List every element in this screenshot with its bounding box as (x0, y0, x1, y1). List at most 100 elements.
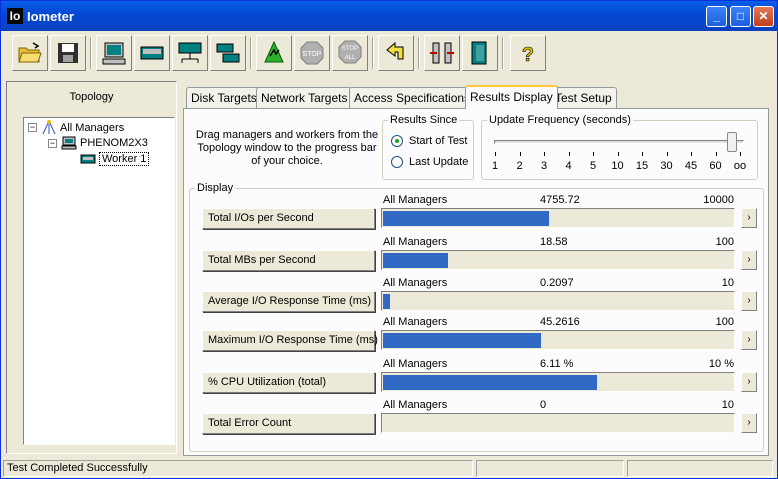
metric-progress-fill (383, 375, 597, 390)
update-frequency-group: Update Frequency (seconds) 1 2 3 4 5 10 15 30 45… (481, 114, 758, 180)
stop-current-test-icon: STOP (300, 41, 324, 65)
slider-tick-label: 45 (684, 160, 698, 172)
chevron-right-icon[interactable]: › (741, 208, 757, 228)
slider-tick (593, 152, 594, 156)
exit-button[interactable] (462, 35, 498, 71)
toolbar-separator (372, 37, 374, 69)
stop-all-tests-button[interactable]: STOP ALL (332, 35, 368, 71)
slider-tick (642, 152, 643, 156)
metric-max-label: 100 (715, 316, 734, 328)
open-config-button[interactable] (12, 35, 48, 71)
metric-progress-fill (383, 211, 549, 226)
radio-start-of-test[interactable]: Start of Test (391, 135, 468, 147)
collapse-toggle-icon[interactable]: − (28, 123, 37, 132)
minimize-button[interactable]: _ (706, 6, 727, 27)
metric-source-label: All Managers (383, 236, 448, 248)
display-group: Display Total I/Os per Second All Manager… (189, 182, 764, 452)
chevron-right-icon[interactable]: › (741, 250, 757, 270)
open-config-icon (18, 42, 42, 63)
computer-icon (61, 136, 77, 150)
chevron-right-icon[interactable]: › (741, 372, 757, 392)
status-bar: Test Completed Successfully (1, 458, 777, 478)
tree-item-worker[interactable]: Worker 1 (80, 152, 150, 166)
tree-label-manager: PHENOM2X3 (80, 137, 148, 149)
stop-current-test-button[interactable]: STOP (294, 35, 330, 71)
slider-tick (544, 152, 545, 156)
slider-tick (666, 152, 668, 156)
drag-instructions: Drag managers and workers from the Topol… (195, 129, 379, 167)
metric-select-button[interactable]: % CPU Utilization (total) (202, 372, 375, 393)
toolbar-separator (250, 37, 252, 69)
slider-tick (617, 152, 619, 156)
tree-item-manager[interactable]: − PHENOM2X3 (48, 136, 148, 150)
help-icon: ? (522, 44, 535, 66)
start-network-worker-icon (178, 42, 202, 63)
start-tests-icon (264, 40, 284, 63)
close-button[interactable]: ✕ (753, 6, 774, 27)
save-config-icon (58, 43, 78, 63)
metric-progress-bar (381, 250, 735, 270)
results-since-label: Results Since (388, 114, 460, 126)
slider-thumb[interactable] (727, 132, 737, 152)
tab-test-setup[interactable]: Test Setup (550, 87, 617, 109)
topology-panel: Topology − All Managers − PHENOM2X3 Work… (6, 81, 177, 454)
window-title: Iometer (27, 9, 74, 24)
status-message: Test Completed Successfully (3, 460, 473, 477)
slider-tick-label: oo (733, 160, 747, 172)
tab-access-specifications[interactable]: Access Specifications (349, 87, 476, 109)
metric-select-button[interactable]: Total Error Count (202, 413, 375, 434)
metric-max-label: 100 (715, 236, 734, 248)
tree-item-all-managers[interactable]: − All Managers (28, 120, 124, 135)
start-disk-worker-button[interactable] (134, 35, 170, 71)
collapse-toggle-icon[interactable]: − (48, 138, 57, 148)
radio-unselected-icon (391, 156, 403, 168)
metric-select-button[interactable]: Total I/Os per Second (202, 208, 375, 229)
help-button[interactable]: ? (510, 35, 546, 71)
chevron-right-icon[interactable]: › (741, 413, 757, 433)
radio-last-update[interactable]: Last Update (391, 156, 468, 168)
tab-network-targets[interactable]: Network Targets (256, 87, 353, 109)
update-frequency-slider[interactable] (494, 140, 744, 144)
start-new-manager-button[interactable] (96, 35, 132, 71)
slider-tick (715, 152, 717, 156)
metric-max-label: 10 (721, 277, 734, 289)
tab-results-display[interactable]: Results Display (465, 85, 558, 109)
svg-text:STOP: STOP (303, 51, 322, 58)
topology-tree[interactable]: − All Managers − PHENOM2X3 Worker 1 (23, 117, 175, 445)
duplicate-worker-button[interactable] (210, 35, 246, 71)
metric-progress-bar (381, 413, 735, 433)
slider-tick-label: 3 (540, 160, 548, 172)
iometer-window: Io Iometer _ □ ✕ STOP STOP ALL ? Topolog… (0, 0, 778, 479)
save-config-button[interactable] (50, 35, 86, 71)
slider-tick-label: 2 (516, 160, 523, 172)
metric-progress-fill (383, 333, 541, 348)
metric-source-label: All Managers (383, 316, 448, 328)
slider-tick-label: 30 (660, 160, 673, 172)
results-since-group: Results Since Start of Test Last Update (382, 114, 474, 180)
slider-tick-label: 1 (491, 160, 499, 172)
metric-value-label: 0.2097 (540, 277, 574, 289)
network-tree-icon (42, 120, 56, 135)
start-tests-button[interactable] (256, 35, 292, 71)
svg-text:?: ? (522, 44, 534, 66)
metric-select-button[interactable]: Maximum I/O Response Time (ms) (202, 330, 378, 351)
duplicate-worker-icon (216, 43, 240, 63)
chevron-right-icon[interactable]: › (741, 291, 757, 311)
slider-tick-label: 5 (589, 160, 597, 172)
reset-workers-button[interactable] (378, 35, 414, 71)
tree-label-worker: Worker 1 (99, 152, 150, 166)
toolbar-separator (502, 37, 504, 69)
chevron-right-icon[interactable]: › (741, 330, 757, 350)
start-network-worker-button[interactable] (172, 35, 208, 71)
tree-label-all-managers: All Managers (60, 121, 125, 134)
metric-select-button[interactable]: Average I/O Response Time (ms) (202, 291, 375, 312)
tab-disk-targets[interactable]: Disk Targets (186, 87, 262, 109)
radio-label-last: Last Update (409, 156, 469, 168)
maximize-button[interactable]: □ (730, 6, 751, 27)
disconnect-manager-button[interactable] (424, 35, 460, 71)
metric-select-button[interactable]: Total MBs per Second (202, 250, 375, 271)
slider-tick-label: 60 (709, 160, 722, 172)
radio-selected-icon (391, 135, 403, 147)
radio-label-start: Start of Test (409, 135, 468, 147)
title-bar[interactable]: Io Iometer _ □ ✕ (1, 1, 777, 31)
